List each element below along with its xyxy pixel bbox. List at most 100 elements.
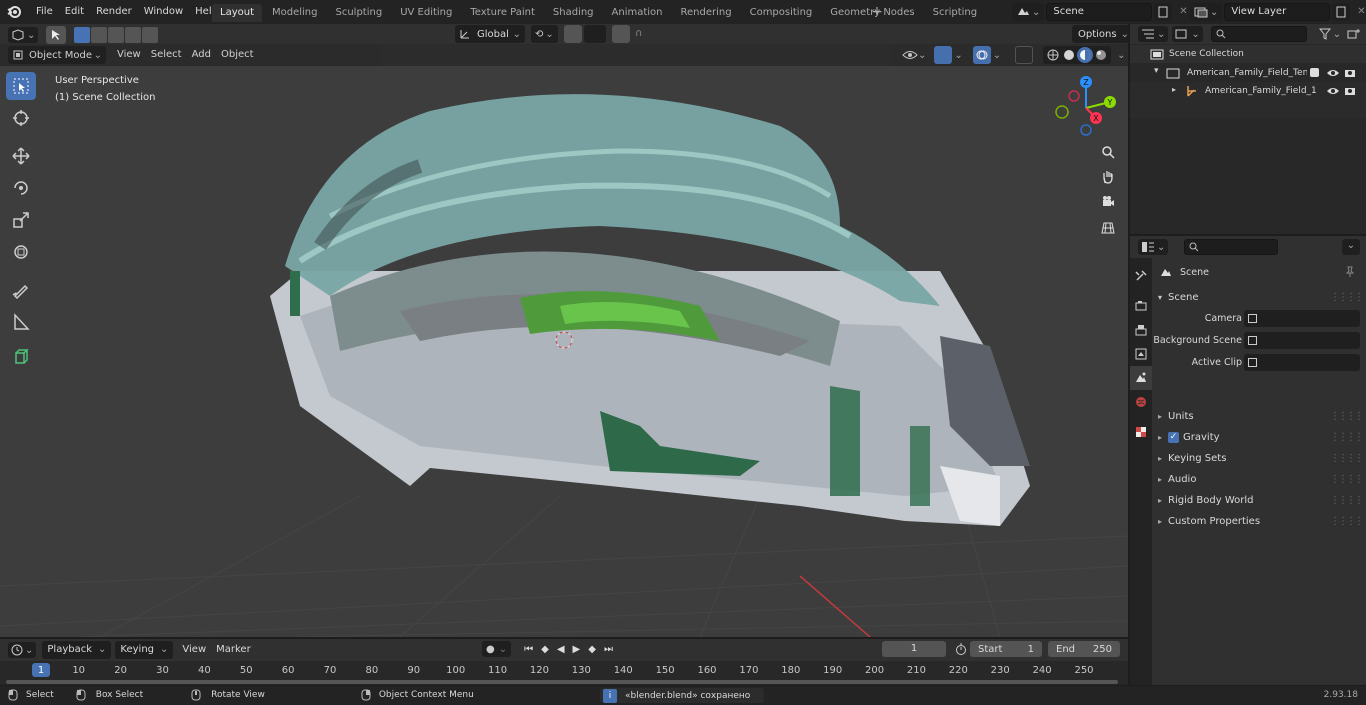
- gizmo-dropdown[interactable]: ⌄: [934, 46, 963, 64]
- properties-options-chevron-icon[interactable]: ⌄: [1342, 239, 1360, 255]
- pan-hand-icon[interactable]: [1097, 166, 1119, 188]
- tab-shading[interactable]: Shading: [545, 4, 602, 22]
- view-layer-type-dropdown[interactable]: ⌄: [1190, 3, 1223, 21]
- eye-icon[interactable]: [1326, 67, 1340, 79]
- falloff-icon[interactable]: ∩: [630, 25, 648, 43]
- tab-rendering[interactable]: Rendering: [673, 4, 740, 22]
- view-layer-name-field[interactable]: View Layer: [1224, 3, 1331, 21]
- shading-options-chevron-icon[interactable]: ⌄: [1117, 50, 1125, 61]
- drag-handle-icon[interactable]: ⋮⋮⋮⋮: [1330, 432, 1364, 443]
- properties-search-input[interactable]: [1184, 239, 1279, 255]
- timeline-scrollbar[interactable]: [6, 680, 1118, 684]
- transform-orientation-dropdown[interactable]: Global ⌄: [455, 25, 525, 43]
- drag-handle-icon[interactable]: ⋮⋮⋮⋮: [1330, 516, 1364, 527]
- move-tool[interactable]: [6, 142, 36, 170]
- panel-header-units[interactable]: ▸ Units ⋮⋮⋮⋮: [1158, 406, 1364, 426]
- scene-name-field[interactable]: Scene: [1046, 3, 1153, 21]
- scene-tab-icon[interactable]: [1130, 366, 1152, 390]
- camera-render-icon[interactable]: [1344, 67, 1358, 79]
- viewport-menu-select[interactable]: Select: [146, 46, 187, 64]
- outliner-search-input[interactable]: [1210, 26, 1307, 42]
- delete-view-layer-icon[interactable]: ✕: [1352, 3, 1366, 21]
- rotate-tool[interactable]: [6, 174, 36, 202]
- scale-tool[interactable]: [6, 206, 36, 234]
- object-mode-dropdown[interactable]: Object Mode ⌄: [8, 46, 106, 64]
- viewport-menu-object[interactable]: Object: [216, 46, 259, 64]
- viewport-menu-add[interactable]: Add: [187, 46, 216, 64]
- pivot-point-dropdown[interactable]: ⟲ ⌄: [531, 25, 558, 43]
- tab-scripting[interactable]: Scripting: [925, 4, 985, 22]
- drag-handle-icon[interactable]: ⋮⋮⋮⋮: [1330, 495, 1364, 506]
- camera-view-icon[interactable]: [1097, 191, 1119, 213]
- scene-panel-header[interactable]: ▾ Scene ⋮⋮⋮⋮: [1158, 287, 1364, 307]
- tab-layout[interactable]: Layout: [212, 4, 262, 22]
- prop-field-input[interactable]: [1244, 310, 1360, 327]
- tab-modeling[interactable]: Modeling: [264, 4, 326, 22]
- measure-tool[interactable]: [6, 308, 36, 336]
- add-cube-tool[interactable]: [6, 342, 36, 370]
- outliner-item-object[interactable]: ▸ American_Family_Field_1: [1130, 82, 1366, 100]
- rendered-shading-icon[interactable]: [1093, 47, 1109, 63]
- texture-tab-icon[interactable]: [1130, 420, 1152, 444]
- xray-toggle-icon[interactable]: [1015, 46, 1034, 64]
- select-box-tool[interactable]: [6, 72, 36, 100]
- panel-header-rigid-body-world[interactable]: ▸ Rigid Body World ⋮⋮⋮⋮: [1158, 490, 1364, 510]
- output-tab-icon[interactable]: [1130, 318, 1152, 342]
- panel-header-keying-sets[interactable]: ▸ Keying Sets ⋮⋮⋮⋮: [1158, 448, 1364, 468]
- material-shading-icon[interactable]: [1077, 47, 1094, 63]
- view-layer-tab-icon[interactable]: [1130, 342, 1152, 366]
- snap-target-dropdown[interactable]: [583, 25, 606, 43]
- navigation-gizmo[interactable]: Z Y X: [1052, 74, 1120, 142]
- filter-dropdown[interactable]: ⌄: [1318, 28, 1341, 40]
- select-tool-button[interactable]: [46, 26, 67, 44]
- cursor-tool[interactable]: [6, 104, 36, 132]
- render-tab-icon[interactable]: [1130, 294, 1152, 318]
- prop-field-input[interactable]: [1244, 354, 1360, 371]
- overlay-dropdown[interactable]: ⌄: [972, 46, 1001, 64]
- new-view-layer-icon[interactable]: [1332, 3, 1351, 21]
- expand-collection-icon[interactable]: ▾: [1154, 66, 1159, 76]
- new-collection-icon[interactable]: [1347, 28, 1361, 40]
- new-scene-icon[interactable]: [1154, 3, 1173, 21]
- expand-object-icon[interactable]: ▸: [1172, 85, 1176, 94]
- menu-file[interactable]: File: [30, 0, 59, 24]
- wireframe-shading-icon[interactable]: [1045, 47, 1061, 63]
- select-new-icon[interactable]: [74, 27, 91, 43]
- gravity-checkbox[interactable]: ✓: [1168, 431, 1180, 443]
- select-extend-icon[interactable]: [91, 27, 108, 43]
- solid-shading-icon[interactable]: [1061, 47, 1077, 63]
- gizmo-toggle-icon[interactable]: [934, 46, 953, 64]
- viewport-menu-view[interactable]: View: [112, 46, 146, 64]
- stadium-model[interactable]: [270, 94, 1030, 526]
- scene-type-dropdown[interactable]: ⌄: [1012, 3, 1045, 21]
- blender-logo-icon[interactable]: [6, 4, 22, 20]
- zoom-icon[interactable]: [1097, 141, 1119, 163]
- drag-handle-icon[interactable]: ⋮⋮⋮⋮: [1330, 411, 1364, 422]
- prop-field-input[interactable]: [1244, 332, 1360, 349]
- exclude-checkbox-icon[interactable]: [1310, 68, 1319, 77]
- panel-header-custom-properties[interactable]: ▸ Custom Properties ⋮⋮⋮⋮: [1158, 511, 1364, 531]
- visibility-dropdown[interactable]: ⌄: [902, 46, 926, 64]
- menu-render[interactable]: Render: [90, 0, 138, 24]
- menu-edit[interactable]: Edit: [59, 0, 90, 24]
- select-subtract-icon[interactable]: [108, 27, 125, 43]
- tab-sculpting[interactable]: Sculpting: [328, 4, 391, 22]
- transform-tool[interactable]: [6, 238, 36, 266]
- panel-header-gravity[interactable]: ▸ ✓ Gravity ⋮⋮⋮⋮: [1158, 427, 1364, 447]
- tool-tab-icon[interactable]: [1130, 264, 1152, 288]
- outliner-editor-type-dropdown[interactable]: ⌄: [1138, 26, 1169, 42]
- outliner-item-collection[interactable]: ▾ American_Family_Field_Tenni: [1130, 64, 1366, 82]
- perspective-toggle-icon[interactable]: [1097, 216, 1119, 238]
- tab-uv-editing[interactable]: UV Editing: [392, 4, 460, 22]
- tab-compositing[interactable]: Compositing: [742, 4, 821, 22]
- eye-icon[interactable]: [1326, 85, 1340, 97]
- editor-type-dropdown[interactable]: ⌄: [8, 27, 39, 43]
- 3d-viewport[interactable]: ⌄ Global ⌄ ⟲ ⌄ ∩ Options ⌄ Object Mode ⌄…: [0, 24, 1128, 637]
- proportional-edit-icon[interactable]: [611, 25, 630, 43]
- camera-render-icon[interactable]: [1344, 85, 1358, 97]
- snap-toggle-icon[interactable]: [563, 25, 582, 43]
- options-dropdown[interactable]: Options ⌄: [1072, 25, 1128, 43]
- world-tab-icon[interactable]: [1130, 390, 1152, 414]
- display-mode-dropdown[interactable]: ⌄: [1172, 26, 1203, 42]
- drag-handle-icon[interactable]: ⋮⋮⋮⋮: [1330, 292, 1364, 303]
